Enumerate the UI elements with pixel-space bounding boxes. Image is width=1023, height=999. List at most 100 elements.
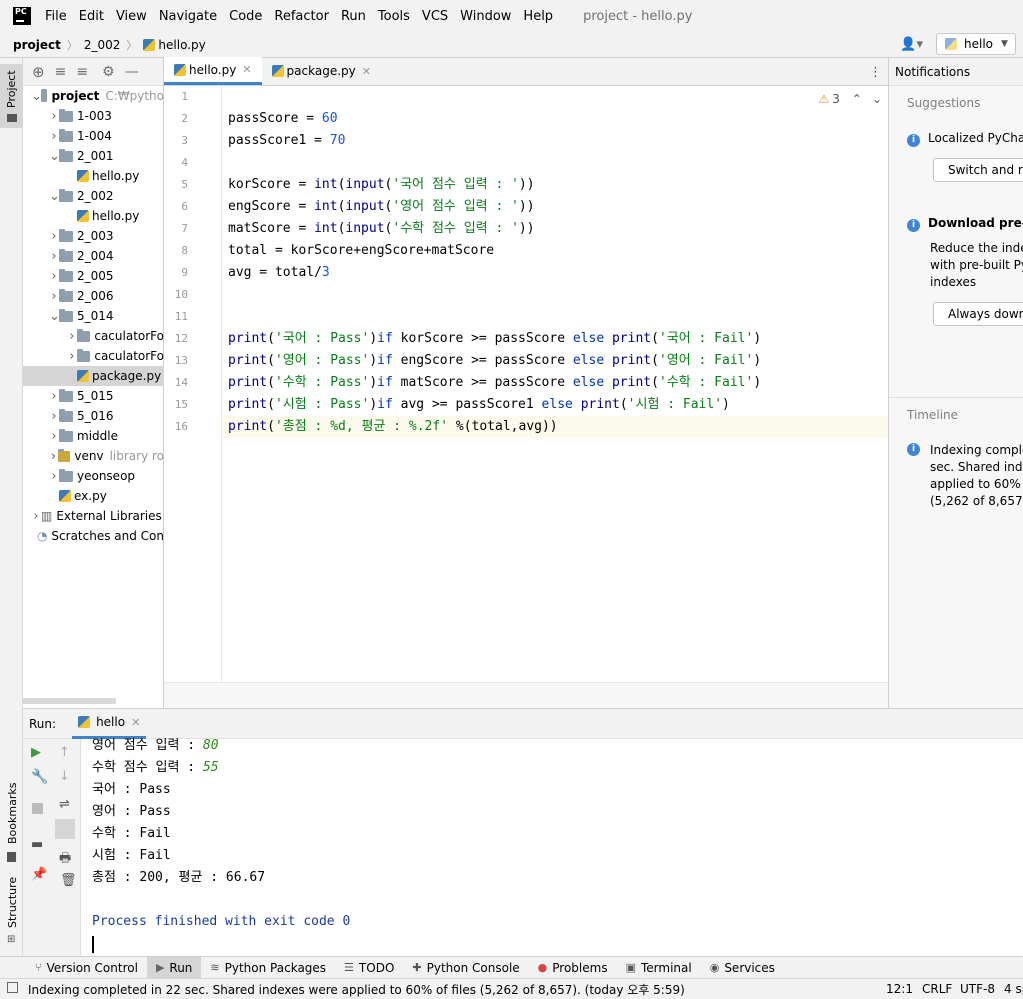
file-encoding[interactable]: UTF-8 xyxy=(960,982,995,996)
tree-item[interactable]: ⌄ 5_014 xyxy=(23,306,164,326)
chevron-right-icon[interactable]: › xyxy=(49,249,59,264)
horizontal-scrollbar[interactable] xyxy=(23,698,116,704)
tool-tab-python-packages[interactable]: ≋ Python Packages xyxy=(201,957,335,979)
expand-all-icon[interactable]: ≡ xyxy=(55,64,67,80)
menu-item-window[interactable]: Window xyxy=(460,9,511,24)
chevron-up-icon[interactable]: ⌃ xyxy=(852,92,862,106)
chevron-right-icon[interactable]: › xyxy=(49,109,59,124)
project-tool-button[interactable]: Project xyxy=(0,64,23,128)
menu-item-navigate[interactable]: Navigate xyxy=(159,9,217,24)
print-icon[interactable]: 🖶 xyxy=(59,849,71,871)
code-line[interactable]: print('영어 : Pass')if engScore >= passSco… xyxy=(222,350,888,372)
status-message[interactable]: Indexing completed in 22 sec. Shared ind… xyxy=(28,981,685,998)
hide-icon[interactable]: — xyxy=(125,64,139,80)
chevron-right-icon[interactable]: › xyxy=(49,229,59,244)
arrow-up-icon[interactable]: ↑ xyxy=(59,745,70,760)
tree-item[interactable]: ›package.py xyxy=(23,366,164,386)
chevron-right-icon[interactable]: › xyxy=(67,329,77,344)
chevron-right-icon[interactable]: › xyxy=(49,409,59,424)
code-line[interactable]: print('총점 : %d, 평균 : %.2f' %(total,avg)) xyxy=(222,416,888,438)
rerun-icon[interactable]: ▶ xyxy=(31,745,41,760)
menu-item-run[interactable]: Run xyxy=(341,9,366,24)
chevron-right-icon[interactable]: › xyxy=(49,429,59,444)
tree-item[interactable]: ⌄ 2_001 xyxy=(23,146,164,166)
tree-item[interactable]: › 1-003 xyxy=(23,106,164,126)
run-configuration-select[interactable]: hello ▼ xyxy=(936,33,1016,55)
panel-toggle-icon[interactable] xyxy=(7,982,18,993)
code-line[interactable]: print('시험 : Pass')if avg >= passScore1 e… xyxy=(222,394,888,416)
tool-tab-terminal[interactable]: ▣ Terminal xyxy=(617,957,701,979)
tree-item[interactable]: › 5_016 xyxy=(23,406,164,426)
user-icon[interactable]: 👤▾ xyxy=(900,37,923,52)
chevron-right-icon[interactable]: › xyxy=(49,269,59,284)
locate-icon[interactable]: ⊕ xyxy=(32,63,45,81)
more-icon[interactable]: ⋮ xyxy=(869,65,882,80)
code-line[interactable]: passScore = 60 xyxy=(222,108,888,130)
pin-icon[interactable]: 📌 xyxy=(31,867,47,882)
console-output[interactable]: 영어 점수 입력 : 80 수학 점수 입력 : 55 국어 : Pass 영어 : … xyxy=(92,735,350,953)
tree-item[interactable]: › middle xyxy=(23,426,164,446)
chevron-down-icon[interactable]: ⌄ xyxy=(872,92,882,106)
always-download-button[interactable]: Always downlo xyxy=(933,302,1023,326)
tool-tab-todo[interactable]: ☰ TODO xyxy=(335,957,403,979)
tree-item[interactable]: › yeonseop xyxy=(23,466,164,486)
tree-item[interactable]: › 2_003 xyxy=(23,226,164,246)
tool-tab-problems[interactable]: ● Problems xyxy=(529,957,617,979)
chevron-down-icon[interactable]: ⌄ xyxy=(31,89,42,104)
close-icon[interactable]: ✕ xyxy=(362,65,371,78)
tree-item[interactable]: ›ex.py xyxy=(23,486,164,506)
switch-and-restart-button[interactable]: Switch and res xyxy=(933,158,1023,182)
arrow-down-icon[interactable]: ↓ xyxy=(59,769,70,784)
tab-package-py[interactable]: package.py ✕ xyxy=(262,57,381,85)
menu-item-edit[interactable]: Edit xyxy=(79,9,104,24)
breadcrumb-file[interactable]: hello.py xyxy=(158,38,205,52)
line-separator[interactable]: CRLF xyxy=(922,982,952,996)
code-line[interactable]: total = korScore+engScore+matScore xyxy=(222,240,888,262)
tree-item[interactable]: ›hello.py xyxy=(23,206,164,226)
caret-position[interactable]: 12:1 xyxy=(886,982,913,996)
inspection-widget[interactable]: ⚠ 3 ⌃ ⌄ xyxy=(818,92,882,106)
chevron-right-icon[interactable]: › xyxy=(49,289,59,304)
breadcrumb-project[interactable]: project xyxy=(13,38,61,52)
run-tab-hello[interactable]: hello ✕ xyxy=(72,709,147,739)
chevron-down-icon[interactable]: ⌄ xyxy=(49,309,60,324)
tree-item[interactable]: ›hello.py xyxy=(23,166,164,186)
structure-tool-button[interactable]: Structure ⊞ xyxy=(0,874,23,954)
code-line[interactable] xyxy=(222,284,888,306)
tree-item[interactable]: › 2_006 xyxy=(23,286,164,306)
tree-item[interactable]: › 2_004 xyxy=(23,246,164,266)
menu-item-vcs[interactable]: VCS xyxy=(422,9,448,24)
code-line[interactable]: print('수학 : Pass')if matScore >= passSco… xyxy=(222,372,888,394)
tool-tab-version-control[interactable]: ⑂ Version Control xyxy=(26,957,147,979)
tree-item[interactable]: › caculatorFo xyxy=(23,346,164,366)
tree-item[interactable]: › venv library ro xyxy=(23,446,164,466)
code-line[interactable] xyxy=(222,306,888,328)
chevron-right-icon[interactable]: › xyxy=(49,449,58,464)
tree-item[interactable]: ›◔Scratches and Con xyxy=(23,526,164,546)
tree-item[interactable]: › 2_005 xyxy=(23,266,164,286)
chevron-right-icon[interactable]: › xyxy=(49,389,59,404)
tool-tab-run[interactable]: ▶ Run xyxy=(146,956,202,979)
scroll-to-end-icon[interactable] xyxy=(55,819,75,839)
gear-icon[interactable]: ⚙ xyxy=(102,64,115,80)
tree-item[interactable]: ⌄ project C:₩pytho xyxy=(23,86,164,106)
tab-hello-py[interactable]: hello.py ✕ xyxy=(164,57,262,85)
menu-item-tools[interactable]: Tools xyxy=(378,9,410,24)
soft-wrap-icon[interactable]: ⇌ xyxy=(59,797,70,812)
close-icon[interactable]: ✕ xyxy=(242,63,251,76)
layout-icon[interactable]: ▬ xyxy=(31,837,43,852)
menu-item-file[interactable]: File xyxy=(45,9,67,24)
code-line[interactable]: matScore = int(input('수학 점수 입력 : ')) xyxy=(222,218,888,240)
chevron-right-icon[interactable]: › xyxy=(67,349,77,364)
chevron-down-icon[interactable]: ⌄ xyxy=(49,149,60,164)
chevron-right-icon[interactable]: › xyxy=(49,129,59,144)
code-line[interactable]: korScore = int(input('국어 점수 입력 : ')) xyxy=(222,174,888,196)
code-line[interactable]: avg = total/3 xyxy=(222,262,888,284)
menu-item-help[interactable]: Help xyxy=(523,9,553,24)
menu-item-code[interactable]: Code xyxy=(229,9,262,24)
trash-icon[interactable]: 🗑 xyxy=(60,873,77,888)
tree-item[interactable]: › ▥ External Libraries xyxy=(23,506,164,526)
tool-tab-services[interactable]: ◉ Services xyxy=(701,957,784,979)
tree-item[interactable]: › 5_015 xyxy=(23,386,164,406)
breadcrumb-folder[interactable]: 2_002 xyxy=(84,38,121,52)
